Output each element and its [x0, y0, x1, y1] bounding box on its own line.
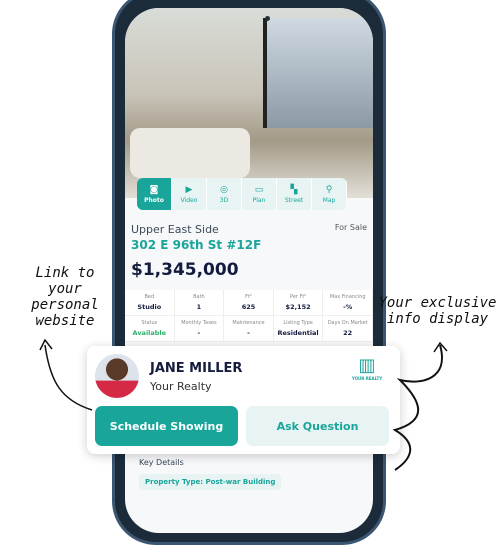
arrow-doodles: [39, 338, 448, 471]
